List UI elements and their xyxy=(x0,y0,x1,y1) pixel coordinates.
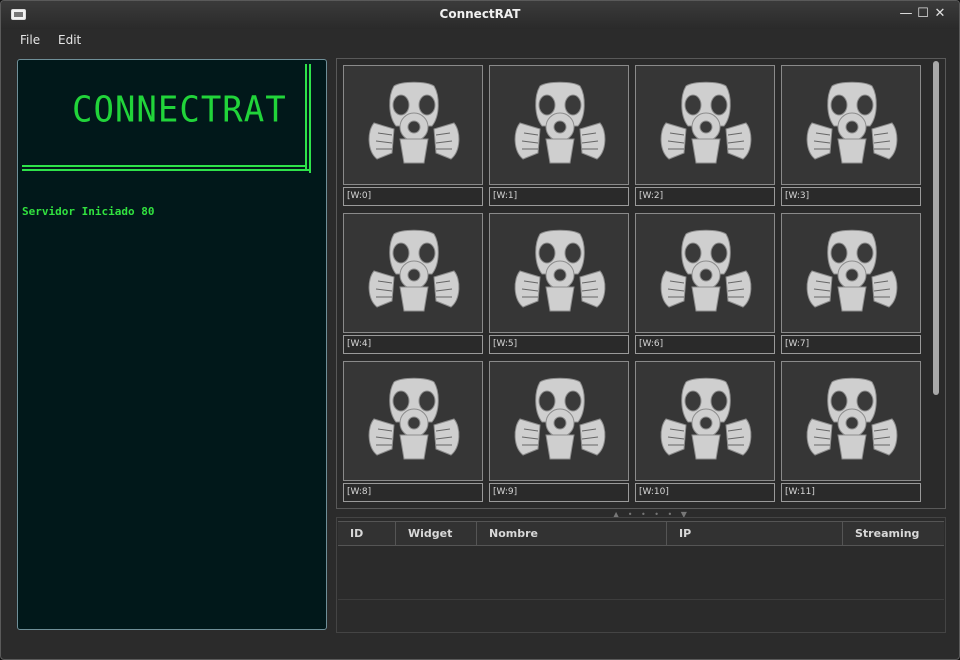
menu-file[interactable]: File xyxy=(20,33,40,47)
widget-label: [W:6] xyxy=(635,335,775,354)
menu-edit[interactable]: Edit xyxy=(58,33,81,47)
table-header: ID Widget Nombre IP Streaming xyxy=(338,521,944,546)
widget-label: [W:8] xyxy=(343,483,483,502)
widget-thumbnail[interactable] xyxy=(489,65,629,185)
gas-mask-icon xyxy=(514,81,606,164)
scrollbar-thumb[interactable] xyxy=(933,61,939,395)
column-widget[interactable]: Widget xyxy=(395,522,476,545)
widget-thumbnail[interactable] xyxy=(781,213,921,333)
table-footer-divider xyxy=(338,599,944,600)
gas-mask-icon xyxy=(660,377,752,460)
gas-mask-icon xyxy=(514,377,606,460)
logo-border-right xyxy=(305,64,307,169)
widget-label: [W:2] xyxy=(635,187,775,206)
menu-bar: File Edit xyxy=(1,29,959,51)
widget-label: [W:3] xyxy=(781,187,921,206)
widget-grid-scrollbar[interactable] xyxy=(931,61,941,506)
widget-thumbnail[interactable] xyxy=(781,361,921,481)
maximize-button[interactable]: ☐ xyxy=(915,5,931,23)
widget-label: [W:10] xyxy=(635,483,775,502)
column-streaming[interactable]: Streaming xyxy=(842,522,944,545)
window-title: ConnectRAT xyxy=(439,7,521,21)
widget-thumbnail[interactable] xyxy=(635,65,775,185)
column-nombre[interactable]: Nombre xyxy=(476,522,667,545)
column-id[interactable]: ID xyxy=(338,522,395,545)
widget-thumbnail[interactable] xyxy=(635,361,775,481)
close-button[interactable]: ✕ xyxy=(932,5,948,23)
widget-label: [W:4] xyxy=(343,335,483,354)
title-bar[interactable]: ConnectRAT — ☐ ✕ xyxy=(1,1,959,29)
connectrat-logo: CONNECTRAT xyxy=(72,89,287,131)
minimize-button[interactable]: — xyxy=(898,5,914,23)
logo-border-bottom-outer xyxy=(22,169,311,171)
widget-thumbnail[interactable] xyxy=(489,213,629,333)
gas-mask-icon xyxy=(368,377,460,460)
widget-label: [W:5] xyxy=(489,335,629,354)
gas-mask-icon xyxy=(806,81,898,164)
gas-mask-icon xyxy=(806,377,898,460)
widget-grid: [W:0] [W:1] [W:2] [W:3] [W:4] [W:5] [W:6] [W:7]… xyxy=(336,58,946,509)
gas-mask-icon xyxy=(660,229,752,312)
clients-table: ID Widget Nombre IP Streaming xyxy=(336,517,946,633)
widget-label: [W:11] xyxy=(781,483,921,502)
gas-mask-icon xyxy=(660,81,752,164)
console-log-line: Servidor Iniciado 80 xyxy=(22,205,155,218)
server-console: CONNECTRAT Servidor Iniciado 80 xyxy=(17,59,327,630)
widget-thumbnail[interactable] xyxy=(343,65,483,185)
gas-mask-icon xyxy=(368,81,460,164)
app-window: ConnectRAT — ☐ ✕ File Edit CONNECTRAT Se… xyxy=(0,0,960,660)
gas-mask-icon xyxy=(514,229,606,312)
widget-label: [W:7] xyxy=(781,335,921,354)
widget-label: [W:1] xyxy=(489,187,629,206)
gas-mask-icon xyxy=(368,229,460,312)
widget-label: [W:9] xyxy=(489,483,629,502)
widget-label: [W:0] xyxy=(343,187,483,206)
widget-thumbnail[interactable] xyxy=(781,65,921,185)
logo-border-bottom xyxy=(22,165,307,167)
widget-thumbnail[interactable] xyxy=(343,213,483,333)
widget-thumbnail[interactable] xyxy=(635,213,775,333)
widget-thumbnail[interactable] xyxy=(489,361,629,481)
column-ip[interactable]: IP xyxy=(666,522,842,545)
gas-mask-icon xyxy=(806,229,898,312)
logo-border-right-outer xyxy=(309,64,311,173)
widget-thumbnail[interactable] xyxy=(343,361,483,481)
